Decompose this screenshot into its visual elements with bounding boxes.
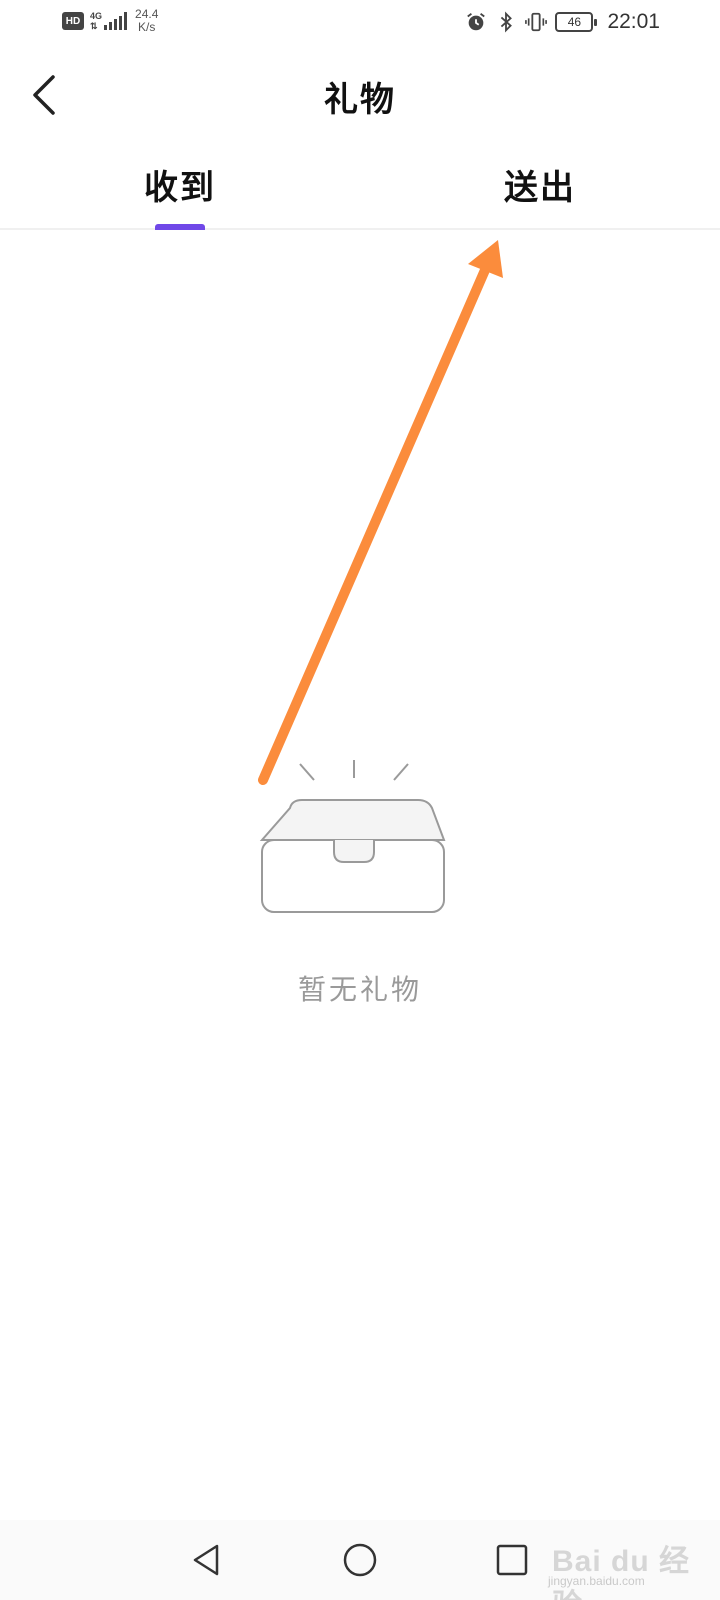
- empty-box-icon: [259, 760, 446, 913]
- nav-home-icon: [343, 1543, 377, 1577]
- status-right: 46 22:01: [465, 10, 660, 34]
- network-speed: 24.4 K/s: [135, 8, 158, 34]
- battery-icon: 46: [555, 12, 598, 32]
- status-left: HD 4G ⇅ 24.4 K/s: [62, 8, 158, 34]
- nav-back-icon: [193, 1544, 219, 1576]
- vibrate-icon: [525, 12, 548, 32]
- nav-recent-apps-button[interactable]: [490, 1538, 534, 1582]
- tab-bar: 收到 送出: [0, 140, 720, 230]
- app-header: 礼物: [0, 50, 720, 140]
- tab-sent[interactable]: 送出: [470, 160, 610, 230]
- tab-received-label: 收到: [144, 168, 216, 208]
- speed-unit: K/s: [138, 20, 156, 34]
- clock: 22:01: [607, 10, 660, 33]
- network-type: 4G ⇅: [90, 11, 102, 31]
- watermark-logo: Bai du 经验 jingyan.baidu.com: [548, 1536, 708, 1600]
- bluetooth-icon: [501, 11, 513, 33]
- alarm-icon: [467, 13, 486, 31]
- status-bar: HD 4G ⇅ 24.4 K/s 46 22:01: [0, 0, 720, 50]
- tab-sent-label: 送出: [504, 168, 576, 208]
- watermark-brand: Bai du 经验: [552, 1545, 691, 1600]
- empty-state-message: 暂无礼物: [297, 973, 422, 1006]
- data-arrows-icon: ⇅: [90, 21, 98, 31]
- hd-badge: HD: [62, 12, 84, 30]
- active-tab-indicator: [155, 224, 205, 230]
- network-type-label: 4G: [90, 11, 103, 21]
- nav-recent-apps-icon: [496, 1544, 528, 1576]
- nav-back-button[interactable]: [185, 1538, 229, 1582]
- nav-home-button[interactable]: [338, 1538, 382, 1582]
- tab-received[interactable]: 收到: [110, 160, 250, 230]
- battery-level: 46: [567, 15, 582, 29]
- page-title: 礼物: [324, 80, 396, 120]
- signal-icon: [104, 12, 128, 30]
- watermark-site: jingyan.baidu.com: [548, 1574, 645, 1588]
